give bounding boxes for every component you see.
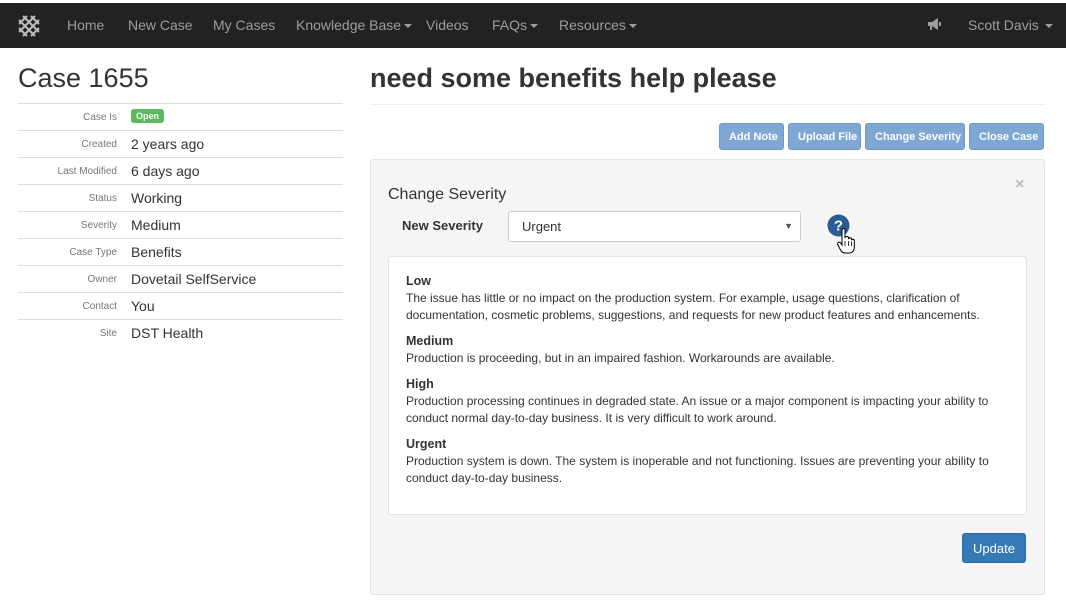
detail-value: DST Health (131, 325, 204, 341)
update-button[interactable]: Update (962, 533, 1026, 563)
divider (370, 104, 1045, 105)
severity-selected-value: Urgent (522, 219, 562, 234)
detail-value: Open (131, 106, 165, 123)
detail-row-last-modified: Last Modified 6 days ago (18, 157, 343, 184)
detail-row-case-is: Case Is Open (18, 103, 343, 130)
severity-description-low: Low The issue has little or no impact on… (406, 273, 1016, 324)
detail-value: Dovetail SelfService (131, 271, 257, 287)
add-note-button[interactable]: Add Note (719, 123, 784, 150)
nav-faqs-label: FAQs (492, 17, 528, 33)
severity-select[interactable]: Urgent ▼ (508, 211, 801, 242)
nav-home[interactable]: Home (67, 3, 104, 48)
user-menu[interactable]: Scott Davis (968, 3, 1053, 48)
detail-value: Working (131, 190, 183, 206)
detail-label: Contact (82, 301, 117, 312)
detail-value: Benefits (131, 244, 182, 260)
detail-row-status: Status Working (18, 184, 343, 211)
chevron-down-icon (628, 24, 637, 29)
chevron-down-icon (1044, 24, 1053, 29)
detail-label: Last Modified (57, 166, 117, 177)
detail-label: Status (88, 193, 117, 204)
severity-description-text: The issue has little or no impact on the… (406, 291, 980, 322)
chevron-down-icon (530, 24, 539, 29)
severity-description-text: Production system is down. The system is… (406, 454, 989, 485)
severity-description-title: Urgent (406, 437, 447, 451)
detail-row-case-type: Case Type Benefits (18, 238, 343, 265)
upload-file-button[interactable]: Upload File (788, 123, 861, 150)
change-severity-button[interactable]: Change Severity (865, 123, 965, 150)
severity-description-high: High Production processing continues in … (406, 376, 1016, 427)
detail-row-site: Site DST Health (18, 319, 343, 346)
user-name: Scott Davis (968, 17, 1039, 33)
megaphone-icon[interactable] (926, 17, 942, 31)
severity-description-medium: Medium Production is proceeding, but in … (406, 333, 1016, 367)
nav-knowledge-base-label: Knowledge Base (296, 17, 402, 33)
status-badge: Open (131, 109, 165, 123)
detail-label: Owner (87, 274, 117, 285)
severity-description-urgent: Urgent Production system is down. The sy… (406, 436, 1016, 487)
detail-row-owner: Owner Dovetail SelfService (18, 265, 343, 292)
close-icon[interactable]: × (1015, 176, 1024, 194)
detail-value: 2 years ago (131, 136, 205, 152)
nav-faqs[interactable]: FAQs (492, 3, 539, 48)
severity-description-text: Production processing continues in degra… (406, 394, 989, 425)
nav-videos[interactable]: Videos (426, 3, 469, 48)
detail-row-created: Created 2 years ago (18, 130, 343, 157)
severity-description-title: High (406, 377, 434, 391)
severity-label: New Severity (402, 218, 483, 233)
nav-knowledge-base[interactable]: Knowledge Base (296, 3, 413, 48)
detail-label: Case Type (69, 247, 117, 258)
severity-descriptions: Low The issue has little or no impact on… (388, 256, 1027, 515)
detail-label: Severity (80, 220, 117, 231)
detail-label: Site (99, 328, 117, 339)
chevron-down-icon: ▼ (784, 221, 793, 231)
detail-label: Case Is (83, 112, 117, 123)
detail-value: Medium (131, 217, 181, 233)
nav-new-case[interactable]: New Case (128, 3, 193, 48)
severity-description-title: Medium (406, 334, 454, 348)
logo-icon[interactable] (17, 14, 41, 38)
hand-cursor-icon (837, 228, 855, 254)
panel-title: Change Severity (388, 186, 507, 203)
nav-my-cases[interactable]: My Cases (213, 3, 275, 48)
chevron-down-icon (404, 24, 413, 29)
close-case-button[interactable]: Close Case (969, 123, 1044, 150)
case-subject: need some benefits help please (370, 63, 777, 93)
nav-resources[interactable]: Resources (559, 3, 637, 48)
detail-value: You (131, 298, 155, 314)
severity-description-title: Low (406, 274, 431, 288)
detail-row-severity: Severity Medium (18, 211, 343, 238)
top-navbar: Home New Case My Cases Knowledge Base Vi… (0, 3, 1066, 48)
change-severity-panel: Change Severity × New Severity Urgent ▼ … (370, 159, 1045, 595)
detail-row-contact: Contact You (18, 292, 343, 319)
detail-value: 6 days ago (131, 163, 200, 179)
detail-label: Created (81, 139, 117, 150)
case-title: Case 1655 (18, 63, 149, 93)
severity-description-text: Production is proceeding, but in an impa… (406, 351, 835, 365)
nav-resources-label: Resources (559, 17, 626, 33)
case-details: Case Is Open Created 2 years ago Last Mo… (18, 103, 343, 346)
